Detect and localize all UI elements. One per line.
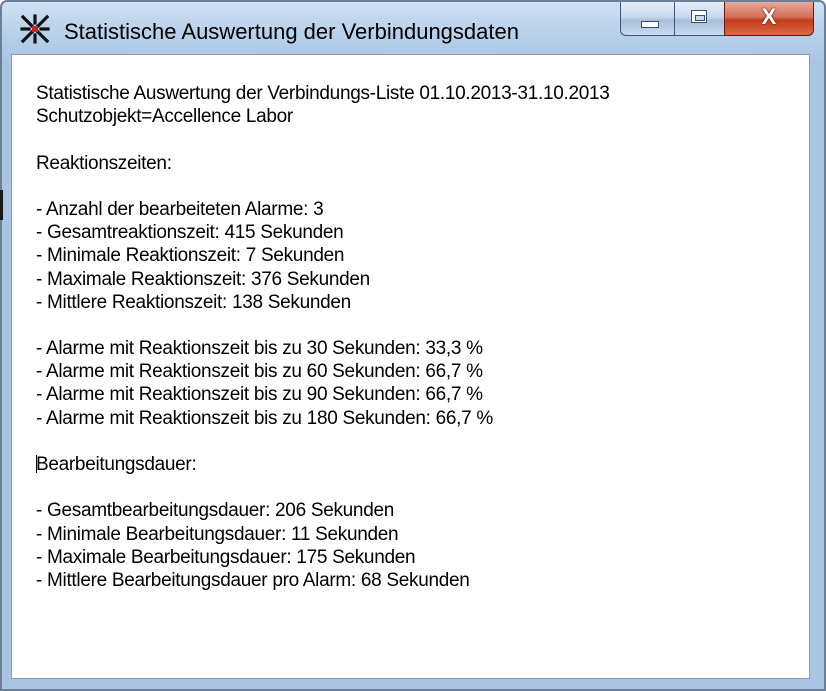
report-line-caret: Bearbeitungsdauer: [36, 453, 809, 476]
report-line: - Alarme mit Reaktionszeit bis zu 60 Sek… [36, 361, 483, 383]
minimize-icon [641, 21, 659, 28]
window-title: Statistische Auswertung der Verbindungsd… [64, 19, 519, 44]
app-window: Statistische Auswertung der Verbindungsd… [0, 0, 826, 691]
report-line: Schutzobjekt=Accellence Labor [36, 106, 293, 128]
report-line: - Maximale Bearbeitungsdauer: 175 Sekund… [36, 546, 416, 568]
report-line: - Gesamtbearbeitungsdauer: 206 Sekunden [36, 500, 394, 522]
maximize-icon [691, 10, 707, 23]
report-line [36, 314, 809, 337]
report-line: - Gesamtreaktionszeit: 415 Sekunden [36, 222, 344, 244]
report-line: - Alarme mit Reaktionszeit bis zu 90 Sek… [36, 384, 483, 406]
report-text-area[interactable]: Statistische Auswertung der Verbindungs-… [11, 54, 810, 679]
grid-star-app-icon[interactable] [20, 14, 50, 44]
maximize-button[interactable] [674, 2, 724, 36]
report-line: Statistische Auswertung der Verbindungs-… [36, 83, 610, 104]
report-line [36, 476, 809, 499]
close-button[interactable]: X [724, 2, 814, 36]
report-line: - Alarme mit Reaktionszeit bis zu 180 Se… [36, 407, 493, 429]
report-line: - Mittlere Reaktionszeit: 138 Sekunden [36, 291, 351, 313]
report-line [36, 128, 809, 151]
report-line [36, 175, 809, 198]
report-line: - Anzahl der bearbeiteten Alarme: 3 [36, 198, 324, 220]
report-line [36, 430, 809, 453]
report-line: - Minimale Reaktionszeit: 7 Sekunden [36, 245, 345, 267]
report-line: - Mittlere Bearbeitungsdauer pro Alarm: … [36, 569, 470, 591]
report-line: - Minimale Bearbeitungsdauer: 11 Sekunde… [36, 523, 399, 545]
frame-edge-marker [0, 190, 3, 220]
window-controls: X [620, 2, 814, 38]
minimize-button[interactable] [620, 2, 674, 36]
report-line: Bearbeitungsdauer: [36, 454, 197, 475]
title-bar[interactable]: Statistische Auswertung der Verbindungsd… [2, 2, 824, 54]
close-icon: X [761, 4, 777, 29]
report-line: Reaktionszeiten: [36, 152, 172, 174]
report-line: - Maximale Reaktionszeit: 376 Sekunden [36, 268, 370, 290]
report-line: - Alarme mit Reaktionszeit bis zu 30 Sek… [36, 338, 483, 360]
